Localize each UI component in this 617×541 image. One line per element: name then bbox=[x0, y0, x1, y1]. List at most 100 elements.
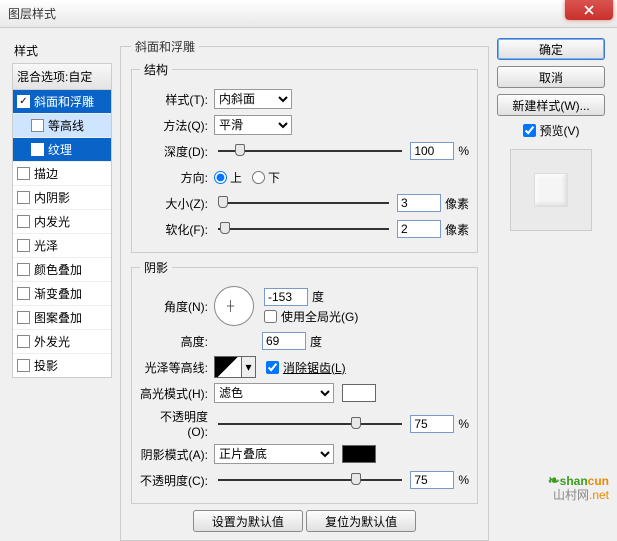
shadow-opacity-input[interactable] bbox=[410, 471, 454, 489]
style-item-8[interactable]: 渐变叠加 bbox=[13, 282, 111, 306]
size-label: 大小(Z): bbox=[140, 195, 214, 212]
preview-check[interactable]: 预览(V) bbox=[497, 122, 605, 139]
highlight-opacity-input[interactable] bbox=[410, 415, 454, 433]
style-check-8[interactable] bbox=[17, 287, 30, 300]
style-label-8: 渐变叠加 bbox=[34, 285, 82, 302]
watermark: ❧shancun山村网.net bbox=[548, 469, 609, 503]
direction-label: 方向: bbox=[140, 169, 214, 186]
depth-label: 深度(D): bbox=[140, 143, 214, 160]
angle-input[interactable] bbox=[264, 288, 308, 306]
soften-label: 软化(F): bbox=[140, 221, 214, 238]
shadow-opacity-unit: % bbox=[458, 473, 469, 487]
new-style-button[interactable]: 新建样式(W)... bbox=[497, 94, 605, 116]
highlight-opacity-slider[interactable] bbox=[218, 423, 402, 425]
style-item-5[interactable]: 内发光 bbox=[13, 210, 111, 234]
style-label-9: 图案叠加 bbox=[34, 309, 82, 326]
depth-unit: % bbox=[458, 144, 469, 158]
size-unit: 像素 bbox=[445, 195, 469, 212]
style-check-6[interactable] bbox=[17, 239, 30, 252]
highlight-color-swatch[interactable] bbox=[342, 384, 376, 402]
depth-input[interactable] bbox=[410, 142, 454, 160]
style-label-3: 描边 bbox=[34, 165, 58, 182]
make-default-button[interactable]: 设置为默认值 bbox=[193, 510, 303, 532]
global-light-check[interactable]: 使用全局光(G) bbox=[264, 308, 358, 325]
styles-header: 样式 bbox=[12, 38, 112, 63]
shadow-color-swatch[interactable] bbox=[342, 445, 376, 463]
style-check-3[interactable] bbox=[17, 167, 30, 180]
shading-title: 阴影 bbox=[140, 259, 172, 276]
direction-up[interactable]: 上 bbox=[214, 169, 242, 186]
style-label-4: 内阴影 bbox=[34, 189, 70, 206]
style-check-1[interactable] bbox=[31, 119, 44, 132]
style-item-4[interactable]: 内阴影 bbox=[13, 186, 111, 210]
highlight-mode-label: 高光模式(H): bbox=[140, 385, 214, 402]
size-slider[interactable] bbox=[218, 202, 389, 204]
style-label-11: 投影 bbox=[34, 357, 58, 374]
style-check-2[interactable] bbox=[31, 143, 44, 156]
style-check-4[interactable] bbox=[17, 191, 30, 204]
style-check-7[interactable] bbox=[17, 263, 30, 276]
bevel-group-title: 斜面和浮雕 bbox=[131, 38, 199, 55]
style-item-3[interactable]: 描边 bbox=[13, 162, 111, 186]
technique-select[interactable]: 平滑 bbox=[214, 115, 292, 135]
ok-button[interactable]: 确定 bbox=[497, 38, 605, 60]
style-label-6: 光泽 bbox=[34, 237, 58, 254]
antialias-check[interactable]: 消除锯齿(L) bbox=[266, 359, 346, 376]
blending-options[interactable]: 混合选项:自定 bbox=[13, 64, 111, 90]
style-check-5[interactable] bbox=[17, 215, 30, 228]
style-check-10[interactable] bbox=[17, 335, 30, 348]
gloss-contour-swatch[interactable] bbox=[214, 356, 242, 378]
soften-unit: 像素 bbox=[445, 221, 469, 238]
highlight-mode-select[interactable]: 滤色 bbox=[214, 383, 334, 403]
shadow-mode-label: 阴影模式(A): bbox=[140, 446, 214, 463]
shadow-opacity-label: 不透明度(C): bbox=[140, 472, 214, 489]
altitude-input[interactable] bbox=[262, 332, 306, 350]
style-item-6[interactable]: 光泽 bbox=[13, 234, 111, 258]
reset-default-button[interactable]: 复位为默认值 bbox=[306, 510, 416, 532]
soften-input[interactable] bbox=[397, 220, 441, 238]
title-bar: 图层样式 bbox=[0, 0, 617, 28]
style-item-9[interactable]: 图案叠加 bbox=[13, 306, 111, 330]
shadow-opacity-slider[interactable] bbox=[218, 479, 402, 481]
close-button[interactable] bbox=[565, 0, 613, 20]
angle-dial[interactable]: ┼ bbox=[214, 286, 254, 326]
cancel-button[interactable]: 取消 bbox=[497, 66, 605, 88]
altitude-unit: 度 bbox=[310, 333, 322, 350]
style-item-11[interactable]: 投影 bbox=[13, 354, 111, 377]
window-title: 图层样式 bbox=[8, 5, 56, 22]
close-icon bbox=[583, 4, 595, 16]
style-label-1: 等高线 bbox=[48, 117, 84, 134]
altitude-label: 高度: bbox=[140, 333, 214, 350]
shadow-mode-select[interactable]: 正片叠底 bbox=[214, 444, 334, 464]
style-item-2[interactable]: 纹理 bbox=[13, 138, 111, 162]
direction-down[interactable]: 下 bbox=[252, 169, 280, 186]
style-label-5: 内发光 bbox=[34, 213, 70, 230]
depth-slider[interactable] bbox=[218, 150, 402, 152]
gloss-contour-dropdown[interactable]: ▾ bbox=[242, 356, 256, 378]
styles-list: 混合选项:自定 斜面和浮雕等高线纹理描边内阴影内发光光泽颜色叠加渐变叠加图案叠加… bbox=[12, 63, 112, 378]
preview-swatch bbox=[510, 149, 592, 231]
technique-label: 方法(Q): bbox=[140, 117, 214, 134]
style-label-2: 纹理 bbox=[48, 141, 72, 158]
angle-label: 角度(N): bbox=[140, 298, 214, 315]
soften-slider[interactable] bbox=[218, 228, 389, 230]
dialog-buttons: 确定 取消 新建样式(W)... 预览(V) bbox=[497, 38, 605, 497]
highlight-opacity-unit: % bbox=[458, 417, 469, 431]
style-select[interactable]: 内斜面 bbox=[214, 89, 292, 109]
styles-panel: 样式 混合选项:自定 斜面和浮雕等高线纹理描边内阴影内发光光泽颜色叠加渐变叠加图… bbox=[12, 38, 112, 497]
style-label-7: 颜色叠加 bbox=[34, 261, 82, 278]
size-input[interactable] bbox=[397, 194, 441, 212]
style-check-9[interactable] bbox=[17, 311, 30, 324]
style-item-1[interactable]: 等高线 bbox=[13, 114, 111, 138]
bevel-panel: 斜面和浮雕 结构 样式(T): 内斜面 方法(Q): 平滑 深度(D): % bbox=[120, 38, 489, 497]
style-item-0[interactable]: 斜面和浮雕 bbox=[13, 90, 111, 114]
style-item-10[interactable]: 外发光 bbox=[13, 330, 111, 354]
style-label-10: 外发光 bbox=[34, 333, 70, 350]
angle-unit: 度 bbox=[312, 288, 324, 305]
style-check-0[interactable] bbox=[17, 95, 30, 108]
highlight-opacity-label: 不透明度(O): bbox=[140, 408, 214, 439]
style-label-0: 斜面和浮雕 bbox=[34, 93, 94, 110]
gloss-contour-label: 光泽等高线: bbox=[140, 359, 214, 376]
style-check-11[interactable] bbox=[17, 359, 30, 372]
style-item-7[interactable]: 颜色叠加 bbox=[13, 258, 111, 282]
